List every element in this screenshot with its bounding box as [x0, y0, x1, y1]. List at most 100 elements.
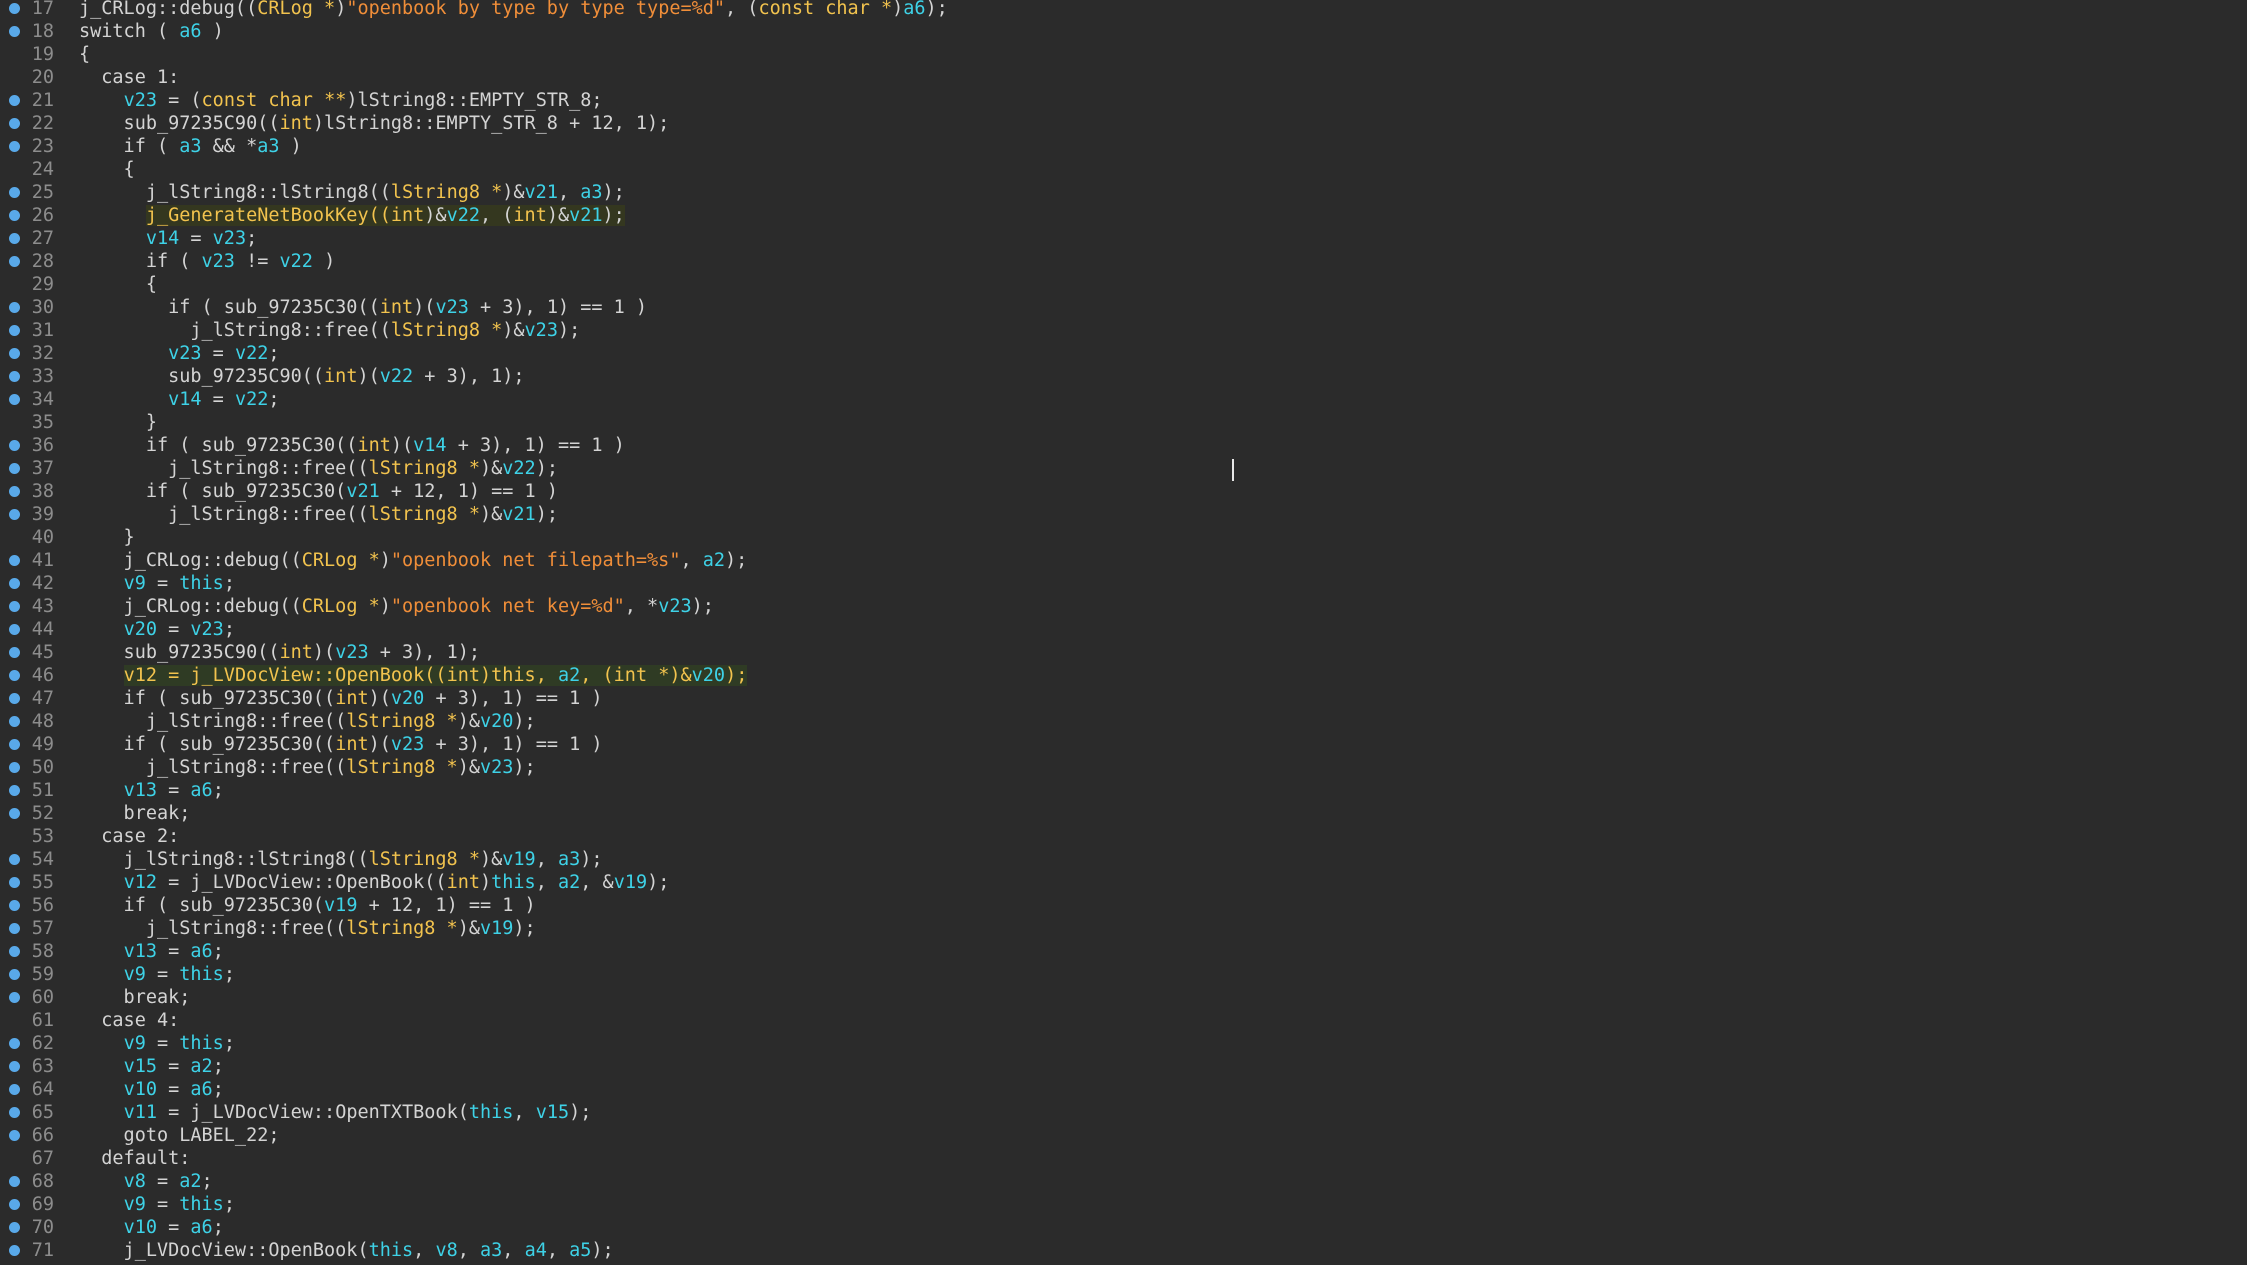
code-token: int [446, 665, 480, 686]
code-token: v23 [190, 619, 224, 640]
code-token: int * [613, 665, 670, 686]
code-token: + 3), 1) == 1 ) [446, 435, 625, 456]
code-token: a6 [179, 21, 202, 42]
code-token: v10 [123, 1079, 157, 1100]
line-number: 41 [31, 550, 54, 571]
code-token: ); [725, 665, 748, 686]
code-token: ); [535, 504, 558, 525]
code-token: "openbook net filepath=%s" [390, 550, 681, 571]
code-token: default: [79, 1148, 191, 1169]
line-number: 20 [31, 67, 54, 88]
line-number: 39 [31, 504, 54, 525]
code-token: )( [312, 642, 336, 663]
code-token: case 4: [79, 1010, 180, 1031]
code-token: v15 [123, 1056, 157, 1077]
code-token: lString8 * [368, 458, 480, 479]
code-text: j_lString8::free((lString8 *)&v22); [79, 457, 558, 480]
code-token: "openbook by type by type type=%d" [346, 0, 726, 19]
code-token: j_CRLog::debug(( [79, 550, 302, 571]
code-token: if ( sub_97235C30(( [79, 688, 336, 709]
code-token: ) [279, 136, 302, 157]
code-text: case 4: [79, 1009, 179, 1032]
line-number: 36 [31, 435, 54, 456]
code-token: v23 [335, 642, 369, 663]
code-token: v23 [212, 228, 247, 249]
code-token: sub_97235C90(( [79, 642, 280, 663]
code-token: , [680, 550, 703, 571]
line-number: 22 [31, 113, 54, 134]
code-token: + 3), 1); [413, 366, 525, 387]
pseudocode-view[interactable]: 17 j_CRLog::debug((CRLog *)"openbook by t… [0, 0, 2247, 1265]
code-text: } [79, 526, 135, 549]
code-token: lString8 * [368, 849, 480, 870]
code-token: , [413, 1240, 436, 1261]
code-text: v8 = a2; [79, 1170, 213, 1193]
line-number: 58 [31, 941, 54, 962]
code-token: )this, [480, 665, 558, 686]
code-token: if ( sub_97235C30( [79, 481, 347, 502]
code-token: if ( sub_97235C30( [79, 895, 325, 916]
code-token: v13 [123, 941, 157, 962]
code-token: )( [368, 734, 391, 755]
code-token: int [335, 688, 369, 709]
code-token: if ( sub_97235C30(( [79, 734, 336, 755]
code-text: j_lString8::free((lString8 *)&v19); [79, 917, 536, 940]
code-token: ); [580, 849, 603, 870]
code-token: v20 [390, 688, 425, 709]
code-token: ; [212, 941, 224, 962]
code-token: a6 [190, 1079, 213, 1100]
code-token: != [234, 251, 280, 272]
code-text: j_lString8::free((lString8 *)&v21); [79, 503, 558, 526]
code-token: int [279, 113, 313, 134]
code-token: j_lString8::lString8(( [79, 182, 391, 203]
code-text: goto LABEL_22; [79, 1124, 280, 1147]
code-token: ; [201, 1171, 213, 1192]
code-token: j_lString8::free(( [79, 711, 347, 732]
code-token: int [335, 734, 369, 755]
code-token: sub_97235C90(( [79, 113, 280, 134]
code-text: v10 = a6; [79, 1078, 224, 1101]
code-text: break; [79, 986, 191, 1009]
code-token: v23 [390, 734, 425, 755]
code-text: v12 = j_LVDocView::OpenBook((int)this, a… [79, 664, 748, 687]
code-token: + 3), 1) == 1 ) [424, 688, 603, 709]
code-text: sub_97235C90((int)(v22 + 3), 1); [79, 365, 525, 388]
code-token: v9 [123, 1033, 146, 1054]
code-token: )& [479, 458, 503, 479]
code-token: , ( [580, 665, 614, 686]
line-number: 18 [31, 21, 54, 42]
code-text: v20 = v23; [79, 618, 235, 641]
line-number: 56 [31, 895, 54, 916]
line-number: 23 [31, 136, 54, 157]
line-number: 33 [31, 366, 54, 387]
code-token: break; [79, 803, 191, 824]
code-token: this [468, 1102, 514, 1123]
code-token: = [156, 780, 191, 801]
code-token: a2 [557, 872, 581, 893]
code-token: v8 [435, 1240, 458, 1261]
code-text: if ( sub_97235C30((int)(v20 + 3), 1) == … [79, 687, 603, 710]
code-text: switch ( a6 ) [79, 20, 224, 43]
code-token: , [457, 1240, 480, 1261]
code-token: v9 [123, 1194, 146, 1215]
code-text: v11 = j_LVDocView::OpenTXTBook(this, v15… [79, 1101, 592, 1124]
code-token: = [145, 573, 180, 594]
code-token: { [79, 274, 157, 295]
code-text: v10 = a6; [79, 1216, 224, 1239]
line-number: 32 [31, 343, 54, 364]
code-token: )& [457, 711, 480, 732]
line-number: 70 [31, 1217, 54, 1238]
code-token: ) [335, 0, 347, 19]
line-number: 43 [31, 596, 54, 617]
line-number: 64 [31, 1079, 54, 1100]
code-token: ) [480, 872, 492, 893]
code-token: v9 [123, 573, 146, 594]
line-number: 52 [31, 803, 54, 824]
line-number: 61 [31, 1010, 54, 1031]
line-number: 69 [31, 1194, 54, 1215]
line-number: 19 [31, 44, 54, 65]
